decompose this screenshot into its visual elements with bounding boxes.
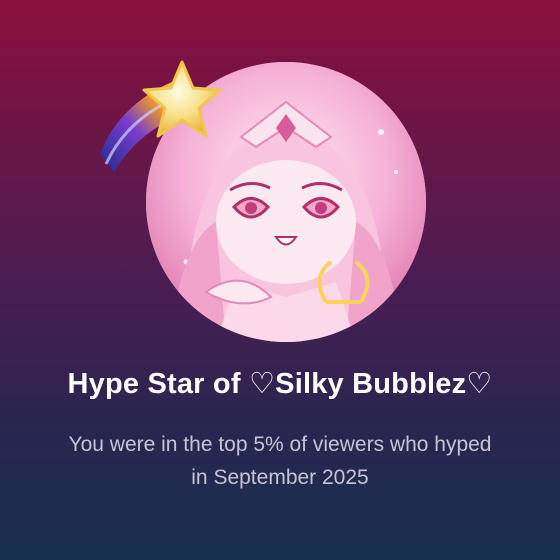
hype-star-card: Hype Star of ♡Silky Bubblez♡ You were in… [0,0,560,560]
shooting-star-icon [92,52,232,182]
badge-description: You were in the top 5% of viewers who hy… [68,433,492,489]
badge-title: Hype Star of ♡Silky Bubblez♡ [67,368,493,400]
